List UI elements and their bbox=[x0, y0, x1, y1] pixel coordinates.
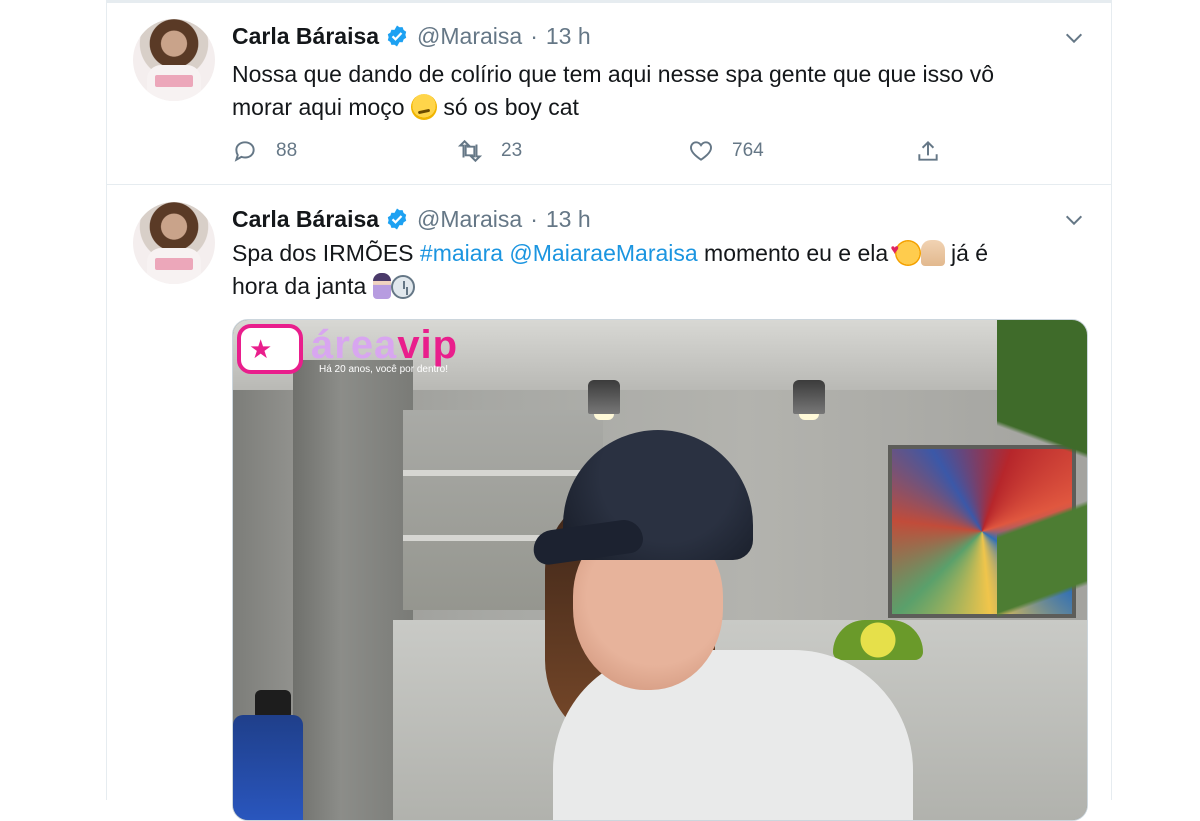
like-count: 764 bbox=[732, 140, 764, 161]
pendant-lamp bbox=[793, 380, 825, 420]
share-button[interactable] bbox=[915, 138, 959, 164]
watermark-brand-suffix: vip bbox=[397, 323, 459, 367]
watermark-text: áreavip Há 20 anos, você por dentro! bbox=[311, 324, 458, 375]
verified-badge-icon bbox=[387, 208, 407, 230]
tweet[interactable]: Carla Báraisa @Maraisa · 13 h Spa dos IR… bbox=[107, 185, 1111, 821]
verified-badge-icon bbox=[387, 25, 407, 47]
tweet-text-part: já é bbox=[950, 240, 989, 266]
display-name[interactable]: Carla Báraisa bbox=[232, 206, 379, 233]
tweet-text-part: hora da janta bbox=[232, 273, 367, 299]
retweet-count: 23 bbox=[501, 140, 523, 161]
chevron-down-icon[interactable] bbox=[1063, 209, 1085, 231]
tweet-text-line: morar aqui moço bbox=[232, 94, 405, 120]
watermark-brand: áreavip bbox=[311, 324, 458, 366]
chevron-down-icon[interactable] bbox=[1063, 27, 1085, 49]
reply-count: 88 bbox=[276, 140, 298, 161]
mention-link[interactable]: @MaiaraeMaraisa bbox=[509, 240, 697, 266]
clock-emoji-icon bbox=[390, 275, 415, 299]
avatar-shirt-print bbox=[155, 258, 193, 270]
timestamp[interactable]: 13 h bbox=[546, 206, 591, 233]
watermark-brand-prefix: área bbox=[311, 323, 398, 367]
tweet-header: Carla Báraisa @Maraisa · 13 h bbox=[232, 21, 591, 51]
tweet-text: Spa dos IRMÕES #maiara @MaiaraeMaraisa m… bbox=[232, 233, 1072, 303]
separator-dot: · bbox=[530, 205, 538, 232]
heart-icon bbox=[690, 141, 712, 161]
timestamp[interactable]: 13 h bbox=[546, 23, 591, 50]
display-name[interactable]: Carla Báraisa bbox=[232, 23, 379, 50]
separator-dot: · bbox=[530, 22, 538, 49]
folded-hands-emoji-icon bbox=[920, 240, 945, 266]
smiling-face-with-hearts-emoji-icon bbox=[891, 233, 921, 266]
pendant-lamp bbox=[588, 380, 620, 420]
timeline-feed: Carla Báraisa @Maraisa · 13 h Nossa que … bbox=[106, 0, 1112, 821]
avatar-shirt-print bbox=[155, 75, 193, 87]
photo-bottle bbox=[233, 715, 303, 820]
handle[interactable]: @Maraisa bbox=[417, 206, 522, 233]
retweet-icon bbox=[457, 139, 483, 163]
tweet[interactable]: Carla Báraisa @Maraisa · 13 h Nossa que … bbox=[107, 3, 1111, 185]
avatar[interactable] bbox=[133, 19, 215, 101]
share-icon bbox=[918, 140, 938, 161]
hashtag-link[interactable]: #maiara bbox=[420, 240, 503, 266]
tweet-header: Carla Báraisa @Maraisa · 13 h bbox=[232, 204, 591, 234]
star-icon: ★ bbox=[237, 324, 303, 374]
tweet-text-line: só os boy cat bbox=[443, 94, 579, 120]
reply-icon bbox=[234, 141, 255, 162]
tweet-text-part: Spa dos IRMÕES bbox=[232, 240, 420, 266]
tweet-text-part: momento eu e ela bbox=[697, 240, 889, 266]
retweet-button[interactable]: 23 bbox=[457, 138, 522, 164]
tweet-text-line: Nossa que dando de colírio que tem aqui … bbox=[232, 61, 995, 87]
handle[interactable]: @Maraisa bbox=[417, 23, 522, 50]
photo-plant-leaves bbox=[997, 320, 1087, 820]
watermark-tagline: Há 20 anos, você por dentro! bbox=[319, 364, 448, 375]
avatar[interactable] bbox=[133, 202, 215, 284]
person-in-lotus-position-emoji-icon bbox=[372, 273, 391, 299]
like-button[interactable]: 764 bbox=[688, 138, 764, 164]
photo-flowers bbox=[833, 620, 923, 660]
photo-shelf bbox=[403, 470, 603, 476]
reply-button[interactable]: 88 bbox=[232, 138, 297, 164]
tweet-photo[interactable]: ★ áreavip Há 20 anos, você por dentro! bbox=[232, 319, 1088, 821]
tweet-actions: 88 23 764 bbox=[232, 138, 952, 168]
watermark-logo: ★ áreavip Há 20 anos, você por dentro! bbox=[237, 324, 458, 384]
smirking-face-emoji-icon bbox=[410, 94, 437, 120]
tweet-text: Nossa que dando de colírio que tem aqui … bbox=[232, 58, 1072, 124]
